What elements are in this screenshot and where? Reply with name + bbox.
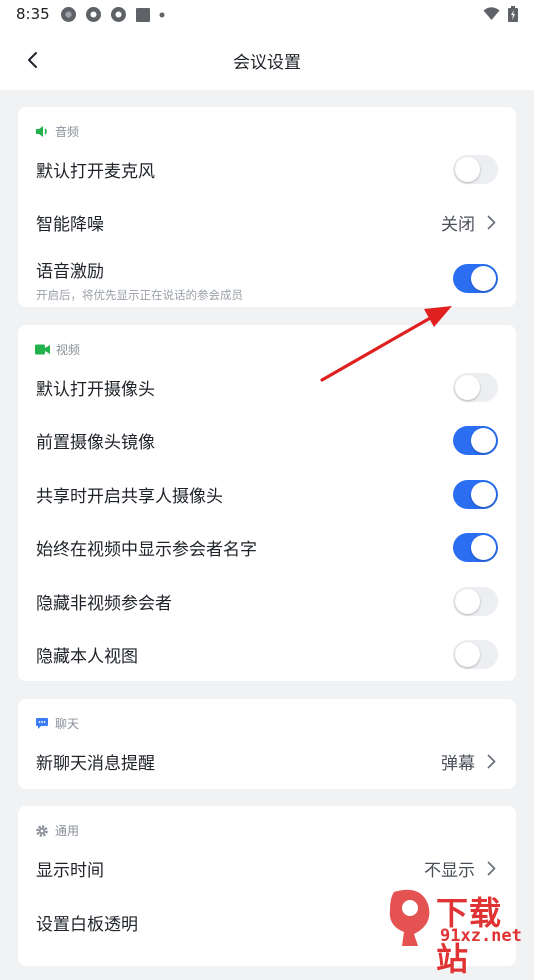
toggle-knob <box>455 589 480 614</box>
gear-icon <box>36 824 48 837</box>
show-time-value-text: 不显示 <box>424 861 475 881</box>
chat-section-header: 聊天 <box>35 715 79 732</box>
voice-activation-description: 开启后，将优先显示正在说话的参会成员 <box>36 288 243 302</box>
wifi-icon <box>483 7 500 20</box>
app-notification-icon <box>111 7 126 22</box>
general-section-header: 通用 <box>35 822 79 839</box>
settings-row-label: 隐藏非视频参会者 <box>36 594 172 614</box>
settings-row-default-mic: 默认打开麦克风 <box>18 143 516 197</box>
toggle-knob <box>471 482 496 507</box>
battery-icon <box>508 6 518 22</box>
settings-row-label: 显示时间 <box>36 861 104 881</box>
settings-row-new-message-alert[interactable]: 新聊天消息提醒 弹幕 <box>18 735 516 789</box>
video-camera-icon <box>35 344 50 355</box>
video-section-header: 视频 <box>35 341 80 358</box>
chevron-right-icon <box>487 861 496 876</box>
status-time: 8:35 <box>16 5 50 23</box>
front-camera-mirror-toggle[interactable] <box>453 426 498 455</box>
new-message-alert-value-text: 弹幕 <box>441 754 475 774</box>
settings-row-label: 前置摄像头镜像 <box>36 433 155 453</box>
voice-activation-toggle[interactable] <box>453 264 498 293</box>
settings-row-label: 设置白板透明 <box>36 915 138 935</box>
share-camera-toggle[interactable] <box>453 480 498 509</box>
speaker-icon <box>36 126 47 137</box>
noise-reduction-value-text: 关闭 <box>441 215 475 235</box>
chat-settings-card: 聊天 新聊天消息提醒 弹幕 <box>18 699 516 789</box>
toggle-knob <box>471 428 496 453</box>
app-bar: 会议设置 <box>0 28 534 90</box>
image-notification-icon <box>136 7 150 22</box>
settings-row-share-camera: 共享时开启共享人摄像头 <box>18 468 516 522</box>
audio-section-header: 音频 <box>35 123 79 140</box>
settings-row-voice-activation: 语音激励 开启后，将优先显示正在说话的参会成员 <box>18 251 516 307</box>
new-message-alert-value[interactable]: 弹幕 <box>441 749 496 774</box>
default-camera-toggle[interactable] <box>453 373 498 402</box>
settings-row-front-camera-mirror: 前置摄像头镜像 <box>18 414 516 468</box>
settings-row-label: 默认打开摄像头 <box>36 380 155 400</box>
chat-bubble-icon <box>36 718 48 729</box>
video-section-title: 视频 <box>56 343 81 357</box>
audio-section-title: 音频 <box>55 125 80 139</box>
general-section-title: 通用 <box>55 824 80 838</box>
show-time-value[interactable]: 不显示 <box>424 856 496 881</box>
toggle-knob <box>455 375 480 400</box>
audio-settings-card: 音频 默认打开麦克风 智能降噪 关闭 语音激励 开启后，将优先显示正在说话的参会… <box>18 107 516 307</box>
settings-row-default-camera: 默认打开摄像头 <box>18 361 516 415</box>
site-watermark: 下载站 91xz.net <box>384 886 534 978</box>
settings-row-label: 默认打开麦克风 <box>36 162 155 182</box>
hide-non-video-toggle[interactable] <box>453 587 498 616</box>
settings-row-noise-reduction[interactable]: 智能降噪 关闭 <box>18 196 516 250</box>
toggle-knob <box>455 157 480 182</box>
chevron-right-icon <box>487 215 496 230</box>
app-notification-icon <box>61 7 76 22</box>
noise-reduction-value[interactable]: 关闭 <box>441 210 496 235</box>
system-indicators <box>483 6 518 22</box>
settings-row-label: 智能降噪 <box>36 215 104 235</box>
toggle-knob <box>455 642 480 667</box>
chevron-right-icon <box>487 754 496 769</box>
toggle-knob <box>471 535 496 560</box>
hide-self-view-toggle[interactable] <box>453 640 498 669</box>
more-notifications-dot-icon <box>159 12 165 17</box>
settings-row-hide-self-view: 隐藏本人视图 <box>18 628 516 682</box>
settings-row-label: 共享时开启共享人摄像头 <box>36 487 223 507</box>
app-notification-icon <box>86 7 101 22</box>
show-names-toggle[interactable] <box>453 533 498 562</box>
chat-section-title: 聊天 <box>55 717 80 731</box>
watermark-logo-icon <box>389 889 430 946</box>
settings-row-label: 始终在视频中显示参会者名字 <box>36 540 257 560</box>
video-settings-card: 视频 默认打开摄像头 前置摄像头镜像 共享时开启共享人摄像头 始终在视频中显示参… <box>18 325 516 681</box>
settings-row-label: 新聊天消息提醒 <box>36 754 155 774</box>
watermark-url: 91xz.net <box>440 926 522 946</box>
default-mic-toggle[interactable] <box>453 155 498 184</box>
settings-row-hide-non-video: 隐藏非视频参会者 <box>18 575 516 629</box>
page-title: 会议设置 <box>233 53 301 73</box>
settings-row-label: 隐藏本人视图 <box>36 647 138 667</box>
settings-row-label: 语音激励 <box>36 262 104 282</box>
settings-row-show-names: 始终在视频中显示参会者名字 <box>18 521 516 575</box>
toggle-knob <box>471 266 496 291</box>
notification-icons <box>60 6 165 23</box>
status-bar: 8:35 <box>0 0 534 28</box>
